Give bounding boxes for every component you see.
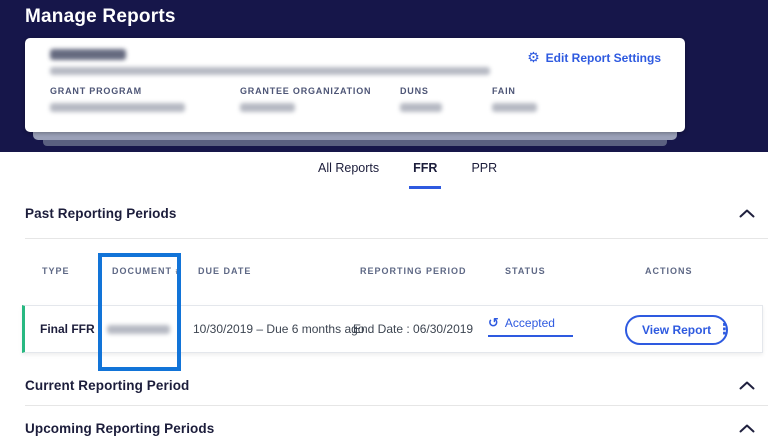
redacted-report-number [50,49,126,60]
field-label: GRANT PROGRAM [50,86,142,96]
chevron-up-icon[interactable] [739,424,755,433]
edit-report-settings-label: Edit Report Settings [545,51,661,65]
tab-ppr[interactable]: PPR [471,161,497,189]
chevron-up-icon[interactable] [739,209,755,218]
report-tabs: All Reports FFR PPR [318,161,497,189]
section-past-reporting-periods[interactable]: Past Reporting Periods [25,202,755,224]
status-underline [488,335,573,337]
field-fain: FAIN [492,86,537,112]
status-accepted-link[interactable]: ↺ Accepted [488,316,573,337]
card-stack-layer [43,140,667,146]
redacted-document-number [107,325,170,334]
column-header-actions: ACTIONS [645,266,693,276]
edit-report-settings-link[interactable]: ⚙ Edit Report Settings [527,51,661,65]
column-header-reporting-period: REPORTING PERIOD [360,266,467,276]
table-row-final-ffr: Final FFR 10/30/2019 – Due 6 months ago … [22,305,763,353]
divider [25,405,768,406]
page-title: Manage Reports [25,6,176,27]
section-current-reporting-period[interactable]: Current Reporting Period [25,374,755,396]
column-header-due-date: DUE DATE [198,266,252,276]
redacted-value [240,103,295,112]
status-label: Accepted [504,316,555,330]
field-label: FAIN [492,86,516,96]
tab-ffr[interactable]: FFR [409,161,442,189]
section-title: Current Reporting Period [25,377,190,393]
redacted-value [492,103,537,112]
view-report-button[interactable]: View Report [625,315,729,345]
kebab-menu-icon[interactable]: ⋮ [717,320,732,338]
field-duns: DUNS [400,86,442,112]
reporting-period: End Date : 06/30/2019 [353,322,474,336]
field-grantee-organization: GRANTEE ORGANIZATION [240,86,371,112]
due-date: 10/30/2019 – Due 6 months ago [193,322,365,336]
report-type: Final FFR [40,322,95,336]
gear-icon: ⚙ [527,50,540,66]
section-title: Past Reporting Periods [25,205,177,221]
column-header-document-number: DOCUMENT # [112,266,182,276]
redacted-value [400,103,442,112]
tab-all-reports[interactable]: All Reports [318,161,379,189]
redacted-value [50,103,185,112]
grant-summary-card: ⚙ Edit Report Settings GRANT PROGRAM GRA… [25,38,685,132]
field-label: GRANTEE ORGANIZATION [240,86,372,96]
column-header-type: TYPE [42,266,70,276]
field-label: DUNS [400,86,429,96]
history-icon: ↺ [488,315,499,331]
divider [25,238,768,239]
manage-reports-page: Manage Reports ⚙ Edit Report Settings GR… [0,0,768,443]
field-grant-program: GRANT PROGRAM [50,86,185,112]
chevron-up-icon[interactable] [739,381,755,390]
column-header-status: STATUS [505,266,546,276]
section-title: Upcoming Reporting Periods [25,420,215,436]
redacted-project-description [50,67,490,75]
section-upcoming-reporting-periods[interactable]: Upcoming Reporting Periods [25,417,755,439]
